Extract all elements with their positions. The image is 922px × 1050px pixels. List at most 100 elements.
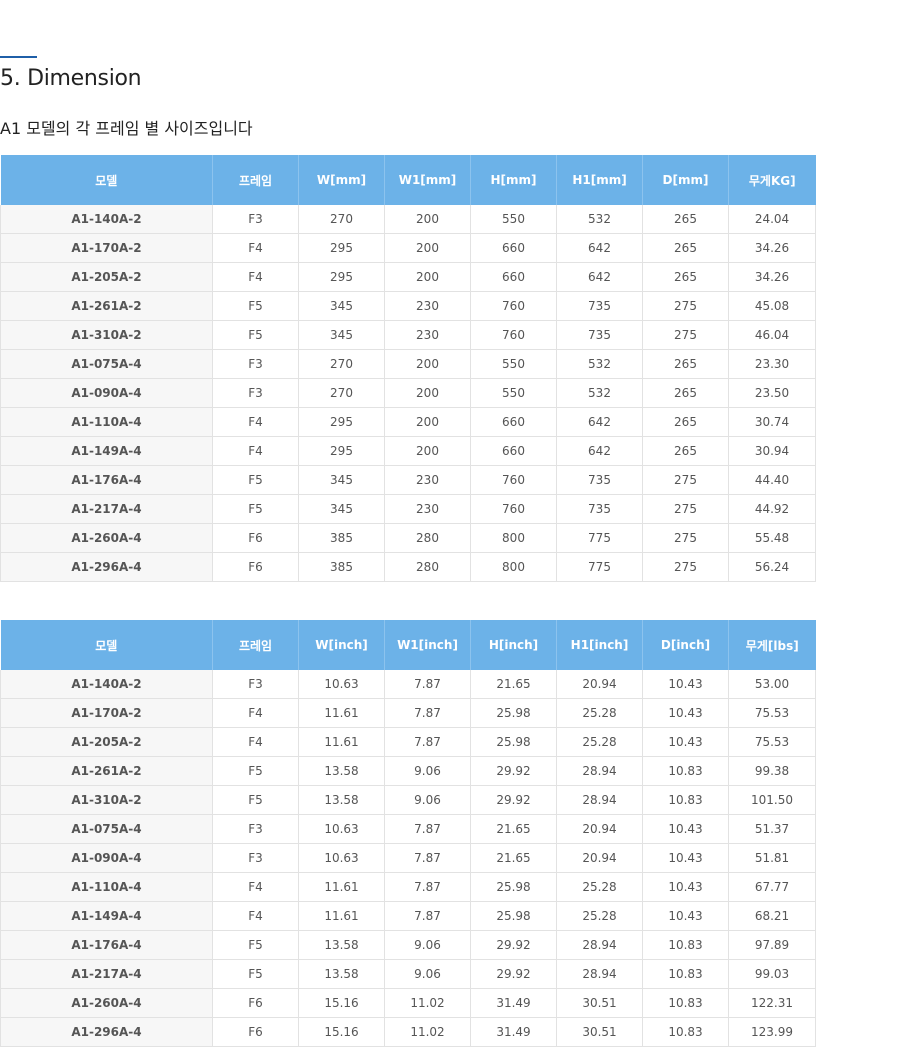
table-cell: 25.98 xyxy=(470,698,557,728)
table-cell: 200 xyxy=(384,262,471,292)
table-cell: 760 xyxy=(470,465,557,495)
table-cell: 9.06 xyxy=(384,785,471,815)
table-cell: 23.30 xyxy=(728,349,816,379)
table-cell: 10.43 xyxy=(642,872,729,902)
table-cell: 345 xyxy=(298,320,385,350)
table-row: A1-110A-4 F4 11.61 7.87 25.98 25.28 10.43 67.77 xyxy=(0,872,816,902)
section-accent-line xyxy=(0,56,37,58)
table-cell: 642 xyxy=(556,407,643,437)
table-cell: 67.77 xyxy=(728,872,816,902)
table-cell: 10.43 xyxy=(642,698,729,728)
table-cell: 25.28 xyxy=(556,698,643,728)
model-cell: A1-075A-4 xyxy=(0,814,213,844)
model-cell: A1-170A-2 xyxy=(0,233,213,263)
table-cell: 75.53 xyxy=(728,698,816,728)
model-cell: A1-176A-4 xyxy=(0,930,213,960)
table-cell: 265 xyxy=(642,378,729,408)
table-cell: 532 xyxy=(556,205,643,234)
table-cell: 13.58 xyxy=(298,959,385,989)
table-cell: 25.28 xyxy=(556,727,643,757)
table-cell: 230 xyxy=(384,320,471,350)
table-cell: 10.63 xyxy=(298,843,385,873)
table-cell: 265 xyxy=(642,349,729,379)
table-cell: 13.58 xyxy=(298,930,385,960)
table-cell: 550 xyxy=(470,205,557,234)
table-cell: 44.92 xyxy=(728,494,816,524)
model-cell: A1-260A-4 xyxy=(0,523,213,553)
table-cell: 28.94 xyxy=(556,930,643,960)
model-cell: A1-075A-4 xyxy=(0,349,213,379)
table-cell: 99.03 xyxy=(728,959,816,989)
model-cell: A1-205A-2 xyxy=(0,262,213,292)
table-cell: F3 xyxy=(212,349,299,379)
table-row: A1-176A-4 F5 345 230 760 735 275 44.40 xyxy=(0,465,816,495)
table-cell: 11.02 xyxy=(384,988,471,1018)
table-cell: 280 xyxy=(384,523,471,553)
table-cell: 230 xyxy=(384,465,471,495)
table-cell: 7.87 xyxy=(384,843,471,873)
table-cell: 68.21 xyxy=(728,901,816,931)
table-cell: 345 xyxy=(298,494,385,524)
table-row: A1-140A-2 F3 270 200 550 532 265 24.04 xyxy=(0,205,816,234)
table-cell: F4 xyxy=(212,698,299,728)
table-cell: 99.38 xyxy=(728,756,816,786)
table-cell: 295 xyxy=(298,262,385,292)
table-cell: F3 xyxy=(212,843,299,873)
table-cell: F3 xyxy=(212,378,299,408)
table-cell: 385 xyxy=(298,523,385,553)
table-cell: 230 xyxy=(384,291,471,321)
table-cell: 31.49 xyxy=(470,1017,557,1047)
table-row: A1-260A-4 F6 385 280 800 775 275 55.48 xyxy=(0,523,816,553)
table-cell: 200 xyxy=(384,436,471,466)
table-cell: F4 xyxy=(212,901,299,931)
table-row: A1-260A-4 F6 15.16 11.02 31.49 30.51 10.83 122.… xyxy=(0,988,816,1018)
table-cell: 10.43 xyxy=(642,843,729,873)
table-cell: 45.08 xyxy=(728,291,816,321)
table-cell: 15.16 xyxy=(298,988,385,1018)
table-cell: 10.83 xyxy=(642,756,729,786)
table-cell: 11.61 xyxy=(298,698,385,728)
table-cell: 735 xyxy=(556,320,643,350)
table-cell: 28.94 xyxy=(556,756,643,786)
table-cell: 200 xyxy=(384,205,471,234)
table-cell: F4 xyxy=(212,872,299,902)
table-cell: 800 xyxy=(470,523,557,553)
table-cell: 345 xyxy=(298,465,385,495)
model-cell: A1-310A-2 xyxy=(0,785,213,815)
column-header: H[mm] xyxy=(470,155,557,205)
table-cell: 270 xyxy=(298,378,385,408)
column-header: H1[mm] xyxy=(556,155,643,205)
table-header-row: 모델 프레임 W[mm] W1[mm] H[mm] H1[mm] D[mm] 무게KG] xyxy=(0,155,816,205)
table-cell: 760 xyxy=(470,291,557,321)
table-cell: 200 xyxy=(384,407,471,437)
table-row: A1-170A-2 F4 11.61 7.87 25.98 25.28 10.43 75.53 xyxy=(0,698,816,728)
table-cell: 23.50 xyxy=(728,378,816,408)
table-cell: 29.92 xyxy=(470,959,557,989)
table-cell: 10.83 xyxy=(642,988,729,1018)
table-cell: 28.94 xyxy=(556,959,643,989)
column-header: H1[inch] xyxy=(556,620,643,670)
table-cell: F3 xyxy=(212,205,299,234)
table-cell: 275 xyxy=(642,552,729,582)
table-cell: 28.94 xyxy=(556,785,643,815)
table-cell: 642 xyxy=(556,436,643,466)
table-cell: 11.61 xyxy=(298,901,385,931)
model-cell: A1-217A-4 xyxy=(0,494,213,524)
table-cell: 29.92 xyxy=(470,756,557,786)
table-cell: 30.51 xyxy=(556,1017,643,1047)
column-header: H[inch] xyxy=(470,620,557,670)
table-cell: 345 xyxy=(298,291,385,321)
table-cell: 10.43 xyxy=(642,727,729,757)
table-cell: 275 xyxy=(642,494,729,524)
table-cell: 295 xyxy=(298,436,385,466)
table-cell: 10.83 xyxy=(642,785,729,815)
table-cell: F5 xyxy=(212,465,299,495)
model-cell: A1-260A-4 xyxy=(0,988,213,1018)
table-cell: 75.53 xyxy=(728,727,816,757)
table-cell: 295 xyxy=(298,407,385,437)
column-header: 무게[lbs] xyxy=(728,620,816,670)
table-cell: 265 xyxy=(642,436,729,466)
table-cell: 30.94 xyxy=(728,436,816,466)
table-cell: F4 xyxy=(212,262,299,292)
table-cell: 21.65 xyxy=(470,843,557,873)
